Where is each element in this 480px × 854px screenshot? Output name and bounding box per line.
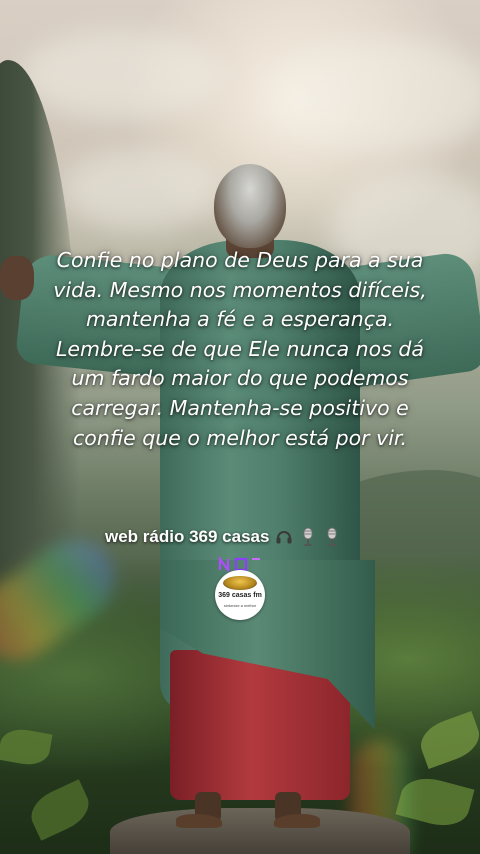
logo-circle: 369 casas fm sintonize a melhor xyxy=(215,570,265,620)
radio-caption: web rádio 369 casas xyxy=(105,527,341,547)
microphone-icon xyxy=(323,527,341,547)
headphones-icon xyxy=(275,527,293,547)
radio-logo: 369 casas fm sintonize a melhor xyxy=(214,556,266,622)
vinyl-icon xyxy=(223,576,257,590)
logo-subtitle: sintonize a melhor xyxy=(223,603,257,608)
foot-right xyxy=(274,814,320,828)
hand-left xyxy=(0,256,34,300)
radio-name: web rádio 369 casas xyxy=(105,527,270,546)
microphone-icon xyxy=(299,527,317,547)
logo-title: 369 casas fm xyxy=(218,592,262,599)
quote-text: Confie no plano de Deus para a sua vida.… xyxy=(53,248,427,450)
background-photo: Confie no plano de Deus para a sua vida.… xyxy=(0,0,480,854)
rock xyxy=(110,808,410,854)
foot-left xyxy=(176,814,222,828)
head xyxy=(214,164,286,248)
